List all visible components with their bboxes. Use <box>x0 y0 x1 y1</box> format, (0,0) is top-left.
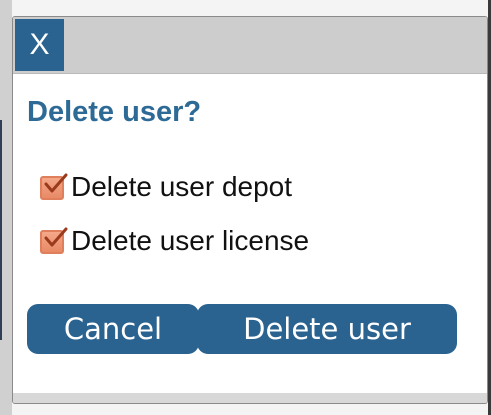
dialog-title: Delete user? <box>27 96 202 128</box>
close-button[interactable]: X <box>15 19 64 71</box>
dialog-bottom-strip <box>13 393 487 403</box>
delete-user-button[interactable]: Delete user <box>197 304 457 354</box>
delete-depot-checkbox[interactable] <box>40 173 68 200</box>
checkmark-icon <box>44 173 68 193</box>
close-icon: X <box>29 28 50 61</box>
dialog-titlebar: X <box>13 17 487 74</box>
page: X Delete user? Delete user depot Delete … <box>0 0 491 415</box>
checkmark-icon <box>44 227 68 247</box>
cancel-button[interactable]: Cancel <box>27 304 199 354</box>
delete-depot-option[interactable]: Delete user depot <box>40 170 292 204</box>
delete-license-label: Delete user license <box>71 225 310 256</box>
delete-depot-label: Delete user depot <box>71 171 293 202</box>
delete-license-checkbox[interactable] <box>40 227 68 254</box>
dialog-buttons: Cancel Delete user <box>27 304 457 354</box>
delete-license-option[interactable]: Delete user license <box>40 224 309 258</box>
background-left-strip <box>0 120 2 340</box>
